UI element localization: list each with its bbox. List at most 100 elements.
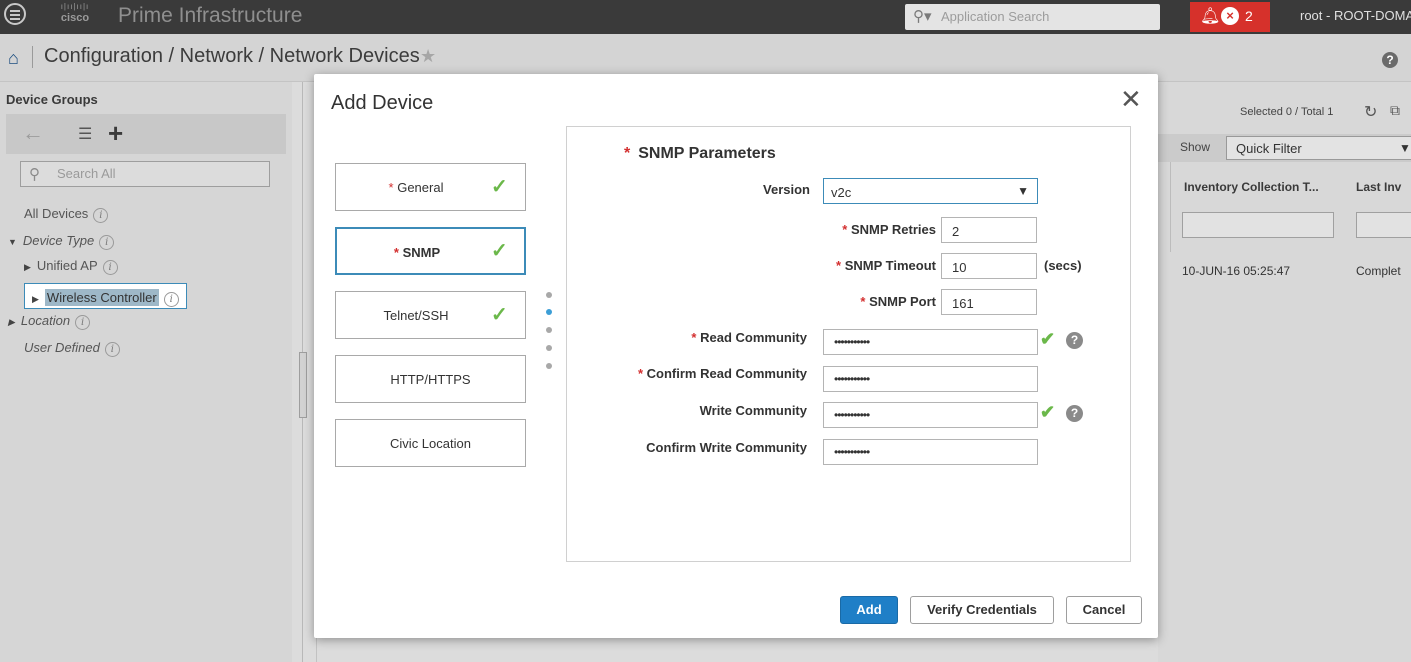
add-device-dialog: Add Device ✕ * General ✓ * SNMP ✓ Telnet…	[314, 74, 1158, 638]
snmp-retries-input[interactable]: 2	[941, 217, 1037, 243]
snmp-timeout-label: * SNMP Timeout	[836, 258, 936, 273]
tree-item-device-type[interactable]: ▼ Device Type i	[8, 233, 115, 250]
filter-row: Show Quick Filter ▼	[1158, 134, 1411, 162]
checkmark-icon: ✓	[491, 240, 508, 262]
snmp-port-label: * SNMP Port	[860, 294, 936, 309]
info-icon[interactable]: i	[99, 235, 115, 250]
column-filter-input[interactable]	[1356, 212, 1411, 238]
step-snmp[interactable]: * SNMP ✓	[335, 227, 526, 275]
step-indicator-dot[interactable]	[546, 327, 552, 333]
tree-item-user-defined[interactable]: User Defined i	[24, 340, 120, 357]
confirm-read-community-label: * Confirm Read Community	[637, 366, 807, 381]
timeout-unit: (secs)	[1044, 258, 1082, 273]
chevron-down-icon: ▼	[1399, 141, 1411, 155]
info-icon[interactable]: i	[93, 208, 109, 223]
tree-item-all-devices[interactable]: All Devices i	[24, 206, 109, 223]
tree-item-location[interactable]: ▶ Location i	[8, 313, 91, 330]
info-icon[interactable]: i	[75, 315, 91, 330]
step-label: SNMP	[402, 245, 441, 260]
cancel-button[interactable]: Cancel	[1066, 596, 1142, 624]
critical-alarm-icon: ×	[1221, 7, 1239, 25]
group-search-placeholder: Search All	[57, 166, 116, 181]
cisco-logo-bars: ı|ıı|ıı|ı	[60, 2, 90, 11]
read-community-input[interactable]: •••••••••••	[823, 329, 1038, 355]
top-header: ı|ıı|ıı|ı cisco Prime Infrastructure ⚲▾ …	[0, 0, 1411, 34]
snmp-port-input[interactable]: 161	[941, 289, 1037, 315]
quick-filter-value: Quick Filter	[1236, 141, 1302, 156]
step-telnet-ssh[interactable]: Telnet/SSH ✓	[335, 291, 526, 339]
cisco-logo: ı|ıı|ıı|ı cisco	[50, 2, 100, 30]
favorite-star-icon[interactable]: ★	[420, 46, 436, 67]
dialog-title: Add Device	[331, 92, 434, 114]
checkmark-icon: ✓	[491, 176, 508, 198]
column-separator	[1170, 162, 1171, 252]
bell-icon: 🔔︎	[1200, 8, 1221, 25]
collapsed-arrow-icon[interactable]: ▶	[8, 317, 15, 327]
quick-filter-select[interactable]: Quick Filter ▼	[1226, 136, 1411, 160]
product-name: Prime Infrastructure	[118, 4, 303, 27]
back-arrow-icon[interactable]: ←	[22, 120, 44, 146]
version-label: Version	[763, 182, 810, 197]
step-civic-location[interactable]: Civic Location	[335, 419, 526, 467]
step-label: Telnet/SSH	[383, 308, 449, 323]
cisco-logo-text: cisco	[60, 12, 90, 24]
device-groups-title: Device Groups	[6, 92, 98, 107]
info-icon[interactable]: i	[104, 342, 120, 357]
search-icon: ⚲▾	[913, 8, 932, 25]
step-http-https[interactable]: HTTP/HTTPS	[335, 355, 526, 403]
expanded-arrow-icon[interactable]: ▼	[8, 237, 17, 247]
home-icon[interactable]: ⌂	[8, 48, 19, 69]
alarm-count: 2	[1245, 8, 1253, 24]
step-general[interactable]: * General ✓	[335, 163, 526, 211]
write-community-input[interactable]: •••••••••••	[823, 402, 1038, 428]
export-icon[interactable]: ⧉	[1390, 102, 1400, 119]
version-value: v2c	[831, 185, 852, 200]
add-button[interactable]: Add	[840, 596, 898, 624]
version-select[interactable]: v2c ▼	[823, 178, 1038, 204]
panel-resize-handle[interactable]	[299, 352, 307, 418]
alarm-badge[interactable]: 🔔︎ × 2	[1190, 2, 1270, 32]
read-community-label: * Read Community	[691, 330, 807, 345]
application-search[interactable]: ⚲▾ Application Search	[905, 4, 1160, 30]
add-group-icon[interactable]: +	[108, 118, 123, 149]
column-header-inventory-collection[interactable]: Inventory Collection T...	[1184, 180, 1319, 194]
collapsed-arrow-icon[interactable]: ▶	[24, 262, 31, 272]
search-icon: ⚲	[29, 166, 40, 183]
group-search-input[interactable]: ⚲ Search All	[20, 161, 270, 187]
step-indicator-dot-active[interactable]	[546, 309, 552, 315]
snmp-retries-label: * SNMP Retries	[842, 222, 936, 237]
section-title: * SNMP Parameters	[624, 145, 776, 162]
menu-icon[interactable]	[4, 3, 26, 25]
help-icon[interactable]: ?	[1066, 332, 1083, 349]
step-indicator-dot[interactable]	[546, 363, 552, 369]
show-label: Show	[1180, 140, 1211, 154]
user-domain[interactable]: root - ROOT-DOMAIN	[1300, 8, 1411, 23]
column-header-last-inventory[interactable]: Last Inv	[1356, 180, 1401, 194]
breadcrumb: Configuration / Network / Network Device…	[44, 45, 420, 67]
help-icon[interactable]: ?	[1066, 405, 1083, 422]
device-table-area: Selected 0 / Total 1 ↻ ⧉ Show Quick Filt…	[1158, 82, 1411, 662]
info-icon[interactable]: i	[102, 260, 118, 275]
snmp-timeout-input[interactable]: 10	[941, 253, 1037, 279]
chevron-down-icon: ▼	[1017, 184, 1029, 198]
step-label: Civic Location	[390, 436, 471, 451]
step-indicator-dot[interactable]	[546, 345, 552, 351]
verify-credentials-button[interactable]: Verify Credentials	[910, 596, 1054, 624]
close-icon[interactable]: ✕	[1120, 86, 1142, 112]
refresh-icon[interactable]: ↻	[1364, 102, 1377, 122]
list-view-icon[interactable]: ☰	[78, 124, 92, 144]
info-icon[interactable]: i	[163, 292, 179, 307]
step-label: HTTP/HTTPS	[390, 372, 471, 387]
confirm-write-community-input[interactable]: •••••••••••	[823, 439, 1038, 465]
step-indicator-dot[interactable]	[546, 292, 552, 298]
column-filter-input[interactable]	[1182, 212, 1334, 238]
step-label: General	[397, 180, 444, 195]
tree-item-unified-ap[interactable]: ▶ Unified AP i	[24, 258, 118, 275]
collapsed-arrow-icon[interactable]: ▶	[32, 294, 39, 304]
device-groups-panel: Device Groups ← ☰ + ⚲ Search All All Dev…	[0, 82, 292, 662]
required-marker: *	[393, 245, 399, 260]
valid-check-icon: ✔	[1040, 329, 1056, 349]
tree-item-wireless-controller[interactable]: ▶ Wireless Controller i	[24, 283, 187, 309]
confirm-read-community-input[interactable]: •••••••••••	[823, 366, 1038, 392]
help-icon[interactable]: ?	[1382, 52, 1398, 68]
